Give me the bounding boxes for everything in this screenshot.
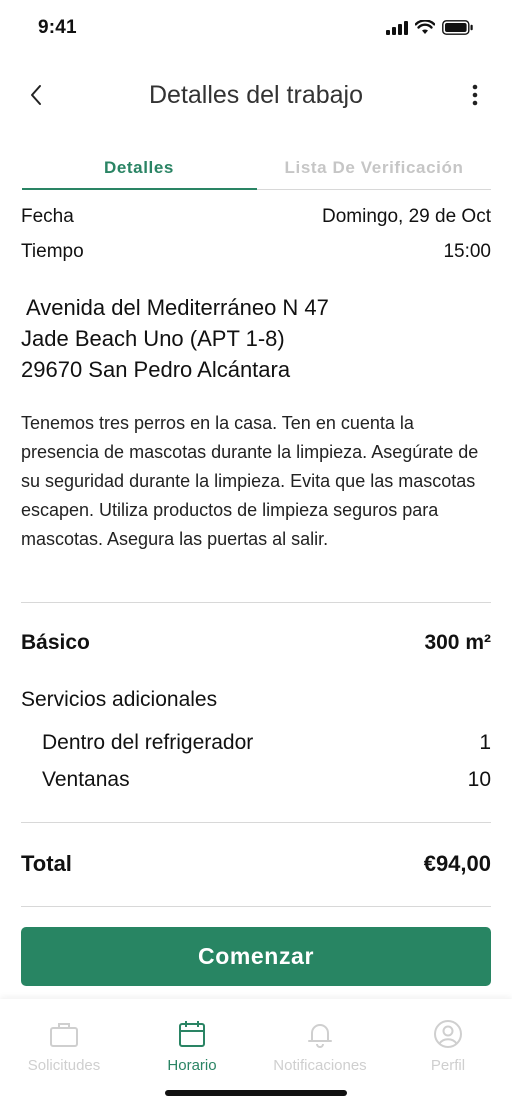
more-options-button[interactable] [460, 80, 490, 110]
vertical-dots-icon [472, 84, 478, 106]
extra-label: Dentro del refrigerador [42, 731, 254, 754]
status-time: 9:41 [38, 17, 77, 38]
servicios-adicionales-label: Servicios adicionales [21, 688, 218, 711]
tab-bar: Detalles Lista De Verificación [22, 148, 491, 190]
basico-row: Básico 300 m² [21, 631, 491, 655]
briefcase-icon [50, 1023, 78, 1047]
tiempo-label: Tiempo [21, 241, 84, 262]
fecha-row: Fecha Domingo, 29 de Oct [21, 206, 491, 228]
tabbar-label: Notificaciones [273, 1057, 367, 1074]
page-title: Detalles del trabajo [148, 81, 363, 109]
address-line-1: Avenida del Mediterráneo N 47 [26, 295, 329, 320]
divider [21, 602, 491, 603]
tabbar-label: Horario [167, 1057, 217, 1074]
divider [21, 906, 491, 907]
divider [21, 822, 491, 823]
basico-label: Básico [21, 631, 90, 654]
fecha-value: Domingo, 29 de Oct [322, 206, 491, 227]
extra-row-ventanas: Ventanas 10 [42, 768, 491, 792]
total-value: €94,00 [423, 851, 491, 876]
battery-icon [442, 20, 473, 35]
status-icons [386, 20, 474, 35]
tabbar-item-notificaciones[interactable]: Notificaciones [256, 1019, 384, 1074]
tab-detalles[interactable]: Detalles [22, 158, 256, 178]
fecha-label: Fecha [21, 206, 74, 227]
user-icon [434, 1020, 462, 1048]
extra-value: 10 [467, 768, 491, 791]
tabbar-label: Perfil [430, 1057, 466, 1074]
address-line-2: Jade Beach Uno (APT 1-8) [21, 326, 285, 351]
extra-row-refrigerador: Dentro del refrigerador 1 [42, 731, 491, 755]
header: Detalles del trabajo [0, 70, 512, 120]
extra-label: Ventanas [42, 768, 130, 791]
calendar-icon [179, 1021, 205, 1047]
tiempo-row: Tiempo 15:00 [21, 241, 491, 263]
tiempo-value: 15:00 [443, 241, 491, 262]
address: Avenida del Mediterráneo N 47 Jade Beach… [21, 292, 329, 385]
home-indicator [165, 1090, 347, 1096]
extra-value: 1 [479, 731, 491, 754]
tabbar-item-solicitudes[interactable]: Solicitudes [0, 1019, 128, 1074]
tabbar-item-horario[interactable]: Horario [128, 1019, 256, 1074]
total-row: Total €94,00 [21, 851, 491, 877]
tab-lista-verificacion[interactable]: Lista De Verificación [257, 158, 491, 178]
basico-value: 300 m² [424, 631, 491, 654]
wifi-icon [415, 20, 435, 34]
comenzar-button[interactable]: Comenzar [21, 927, 491, 986]
address-line-3: 29670 San Pedro Alcántara [21, 357, 291, 382]
status-bar: 9:41 [0, 0, 512, 56]
total-label: Total [21, 851, 72, 876]
signal-icon [386, 20, 408, 35]
job-description: Tenemos tres perros en la casa. Ten en c… [21, 413, 479, 549]
tabbar-label: Solicitudes [27, 1057, 101, 1074]
active-tab-indicator [22, 188, 257, 190]
bell-icon [308, 1024, 332, 1048]
tabbar-item-perfil[interactable]: Perfil [384, 1019, 512, 1074]
